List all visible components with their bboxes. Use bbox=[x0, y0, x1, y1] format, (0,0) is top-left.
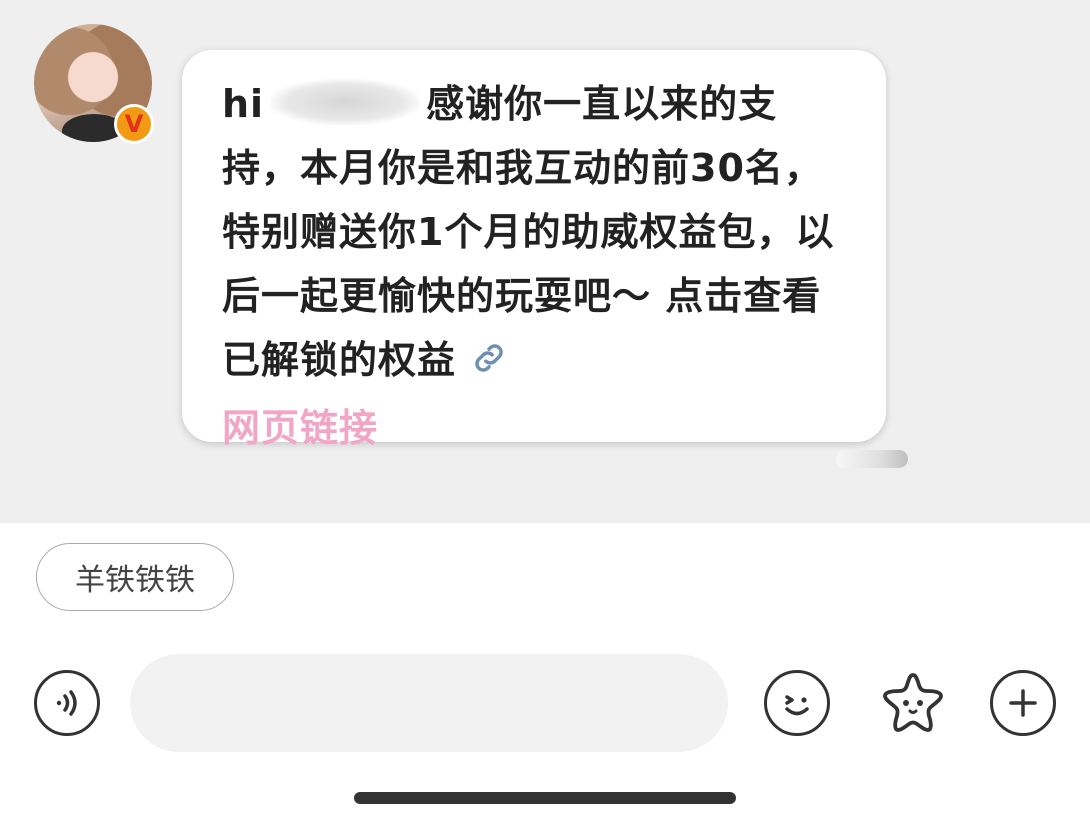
chat-area: V hi 感谢你一直以来的支持，本月你是和我互动的前30名，特别赠送你1个月的助威… bbox=[0, 0, 1090, 523]
verified-badge-label: V bbox=[124, 110, 144, 138]
sender-avatar[interactable]: V bbox=[34, 24, 154, 144]
link-icon[interactable] bbox=[470, 332, 508, 396]
message-body: 感谢你一直以来的支持，本月你是和我互动的前30名，特别赠送你1个月的助威权益包，… bbox=[222, 82, 835, 382]
quick-reply-chip[interactable]: 羊铁铁铁 bbox=[36, 543, 234, 611]
plus-icon bbox=[1009, 689, 1037, 717]
sticker-button[interactable] bbox=[876, 666, 950, 740]
star-sticker-icon bbox=[883, 673, 943, 732]
quick-reply-label: 羊铁铁铁 bbox=[75, 563, 195, 598]
voice-icon bbox=[56, 690, 77, 716]
input-bar bbox=[0, 650, 1090, 760]
emoji-button[interactable] bbox=[764, 670, 830, 736]
redacted-name-blur bbox=[270, 79, 421, 125]
emoji-icon bbox=[785, 695, 809, 716]
more-button[interactable] bbox=[990, 670, 1056, 736]
message-bubble[interactable]: hi 感谢你一直以来的支持，本月你是和我互动的前30名，特别赠送你1个月的助威权益… bbox=[182, 50, 886, 450]
home-indicator[interactable] bbox=[354, 792, 736, 804]
redacted-timestamp-blur bbox=[836, 450, 908, 468]
voice-button[interactable] bbox=[34, 670, 100, 736]
message-greeting: hi bbox=[222, 82, 265, 126]
message-text: hi 感谢你一直以来的支持，本月你是和我互动的前30名，特别赠送你1个月的助威权益… bbox=[222, 72, 846, 460]
web-link[interactable]: 网页链接 bbox=[222, 406, 378, 450]
verified-badge-icon: V bbox=[114, 104, 154, 144]
message-input[interactable] bbox=[130, 654, 728, 752]
